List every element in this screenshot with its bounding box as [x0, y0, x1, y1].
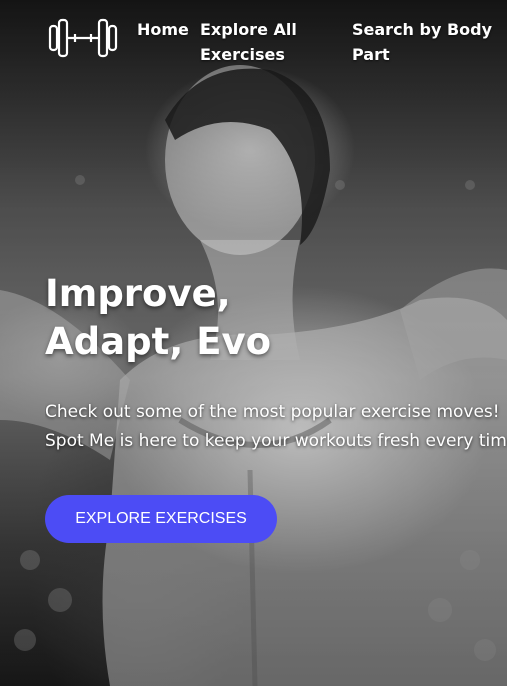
nav-link-search-by-body-part[interactable]: Search by Body Part [352, 17, 502, 67]
hero-subtitle: Check out some of the most popular exerc… [45, 398, 507, 456]
dumbbell-icon[interactable] [48, 16, 118, 60]
hero-subtitle-line-2: Spot Me is here to keep your workouts fr… [45, 431, 507, 451]
nav-link-home[interactable]: Home [137, 17, 189, 42]
nav-link-explore-all-exercises[interactable]: Explore All Exercises [200, 17, 320, 67]
explore-exercises-button[interactable]: EXPLORE EXERCISES [45, 495, 277, 543]
top-nav: Home Explore All Exercises Search by Bod… [0, 0, 507, 80]
hero-subtitle-line-1: Check out some of the most popular exerc… [45, 402, 500, 422]
hero-headline: Improve, Adapt, Evo [45, 272, 272, 363]
